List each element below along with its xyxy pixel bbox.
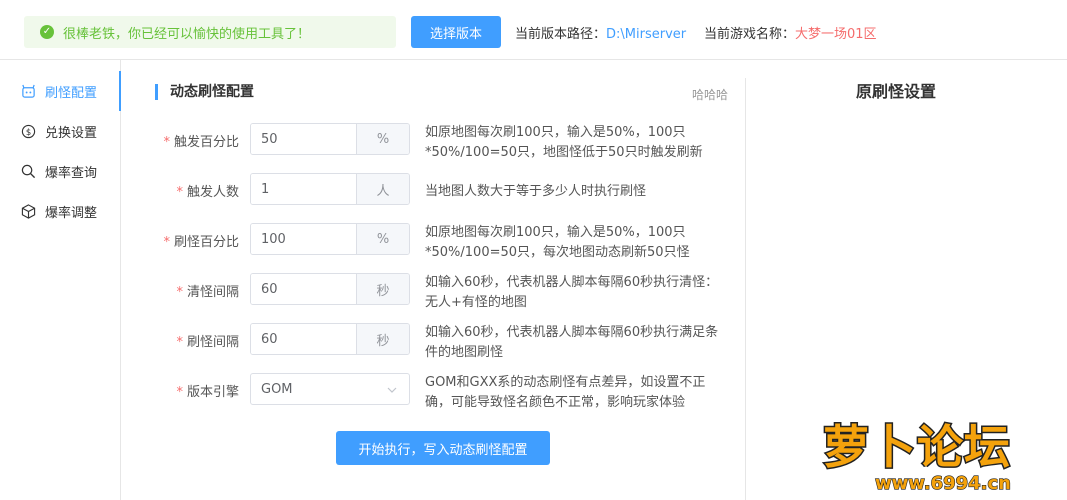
spawn-interval-label: * 刷怪间隔: [176, 335, 239, 350]
trigger-percent-input[interactable]: [251, 124, 356, 154]
clear-interval-label: * 清怪间隔: [176, 285, 239, 300]
check-circle-icon: ✓: [40, 25, 54, 39]
path-value: D:\Mirserver: [606, 27, 687, 42]
search-icon: [20, 163, 36, 179]
success-alert: ✓ 很棒老铁，你已经可以愉快的使用工具了！: [24, 16, 396, 48]
svg-text:www.6994.cn: www.6994.cn: [875, 473, 1011, 494]
sidebar-item-exchange[interactable]: $ 兑换设置: [0, 111, 121, 151]
sidebar-item-label: 刷怪配置: [45, 85, 98, 101]
spawn-interval-input[interactable]: [251, 324, 356, 354]
sidebar-item-label: 爆率查询: [45, 165, 98, 181]
cube-icon: [20, 203, 36, 219]
trigger-players-desc: 当地图人数大于等于多少人时执行刷怪: [425, 184, 647, 199]
sidebar: 刷怪配置 $ 兑换设置 爆率查询 爆率调整: [0, 60, 121, 500]
percent-suffix: %: [356, 224, 409, 254]
engine-label: * 版本引擎: [176, 385, 239, 400]
monster-icon: [20, 83, 36, 99]
clear-interval-input[interactable]: [251, 274, 356, 304]
engine-select[interactable]: GOM: [250, 373, 410, 405]
alert-text: 很棒老铁，你已经可以愉快的使用工具了！: [63, 26, 311, 42]
sidebar-item-label: 爆率调整: [45, 205, 98, 221]
sidebar-item-droprate-adjust[interactable]: 爆率调整: [0, 191, 121, 231]
spawn-interval-field: 秒: [250, 323, 410, 355]
version-path-info: 当前版本路径：D:\Mirserver: [515, 23, 686, 42]
percent-suffix: %: [356, 124, 409, 154]
trigger-percent-label: * 触发百分比: [163, 135, 239, 150]
engine-selected-value: GOM: [261, 381, 293, 397]
clear-interval-desc: 如输入60秒，代表机器人脚本每隔60秒执行清怪：无人+有怪的地图: [425, 275, 719, 310]
chevron-down-icon: [387, 382, 397, 397]
engine-desc: GOM和GXX系的动态刷怪有点差异，如设置不正确，可能导致怪名颜色不正常，影响玩…: [425, 375, 706, 410]
trigger-players-label: * 触发人数: [176, 185, 239, 200]
start-execute-button[interactable]: 开始执行，写入动态刷怪配置: [336, 431, 550, 465]
svg-text:$: $: [25, 126, 30, 136]
spawn-interval-desc: 如输入60秒，代表机器人脚本每隔60秒执行满足条件的地图刷怪: [425, 325, 719, 360]
panel-extra-text: 哈哈哈: [692, 88, 729, 102]
spawn-percent-field: %: [250, 223, 410, 255]
trigger-players-field: 人: [250, 173, 410, 205]
sidebar-item-label: 兑换设置: [45, 125, 98, 141]
top-bar: ✓ 很棒老铁，你已经可以愉快的使用工具了！ 选择版本 当前版本路径：D:\Mir…: [0, 0, 1067, 60]
spawn-percent-label: * 刷怪百分比: [163, 235, 239, 250]
game-name-info: 当前游戏名称：大梦一场01区: [704, 23, 877, 42]
trigger-percent-field: %: [250, 123, 410, 155]
sidebar-item-droprate-query[interactable]: 爆率查询: [0, 151, 121, 191]
game-value: 大梦一场01区: [795, 27, 877, 42]
game-label: 当前游戏名称：: [704, 27, 796, 42]
svg-text:萝卜论坛: 萝卜论坛: [823, 420, 1011, 474]
clear-interval-field: 秒: [250, 273, 410, 305]
spawn-percent-desc: 如原地图每次刷100只，输入是50%，100只*50%/100=50只，每次地图…: [425, 225, 690, 260]
panel-title: 动态刷怪配置: [155, 84, 254, 100]
path-label: 当前版本路径：: [515, 27, 607, 42]
spawn-percent-input[interactable]: [251, 224, 356, 254]
sidebar-item-monster-config[interactable]: 刷怪配置: [0, 71, 121, 111]
players-suffix: 人: [356, 174, 409, 204]
trigger-percent-desc: 如原地图每次刷100只，输入是50%，100只*50%/100=50只，地图怪低…: [425, 125, 703, 160]
original-spawn-title: 原刷怪设置: [855, 82, 936, 101]
watermark-logo: 萝卜论坛 www.6994.cn: [815, 395, 1055, 495]
select-version-button[interactable]: 选择版本: [411, 16, 501, 48]
seconds-suffix: 秒: [356, 274, 409, 304]
trigger-players-input[interactable]: [251, 174, 356, 204]
dollar-icon: $: [20, 123, 36, 139]
vertical-divider: [745, 78, 746, 500]
seconds-suffix: 秒: [356, 324, 409, 354]
